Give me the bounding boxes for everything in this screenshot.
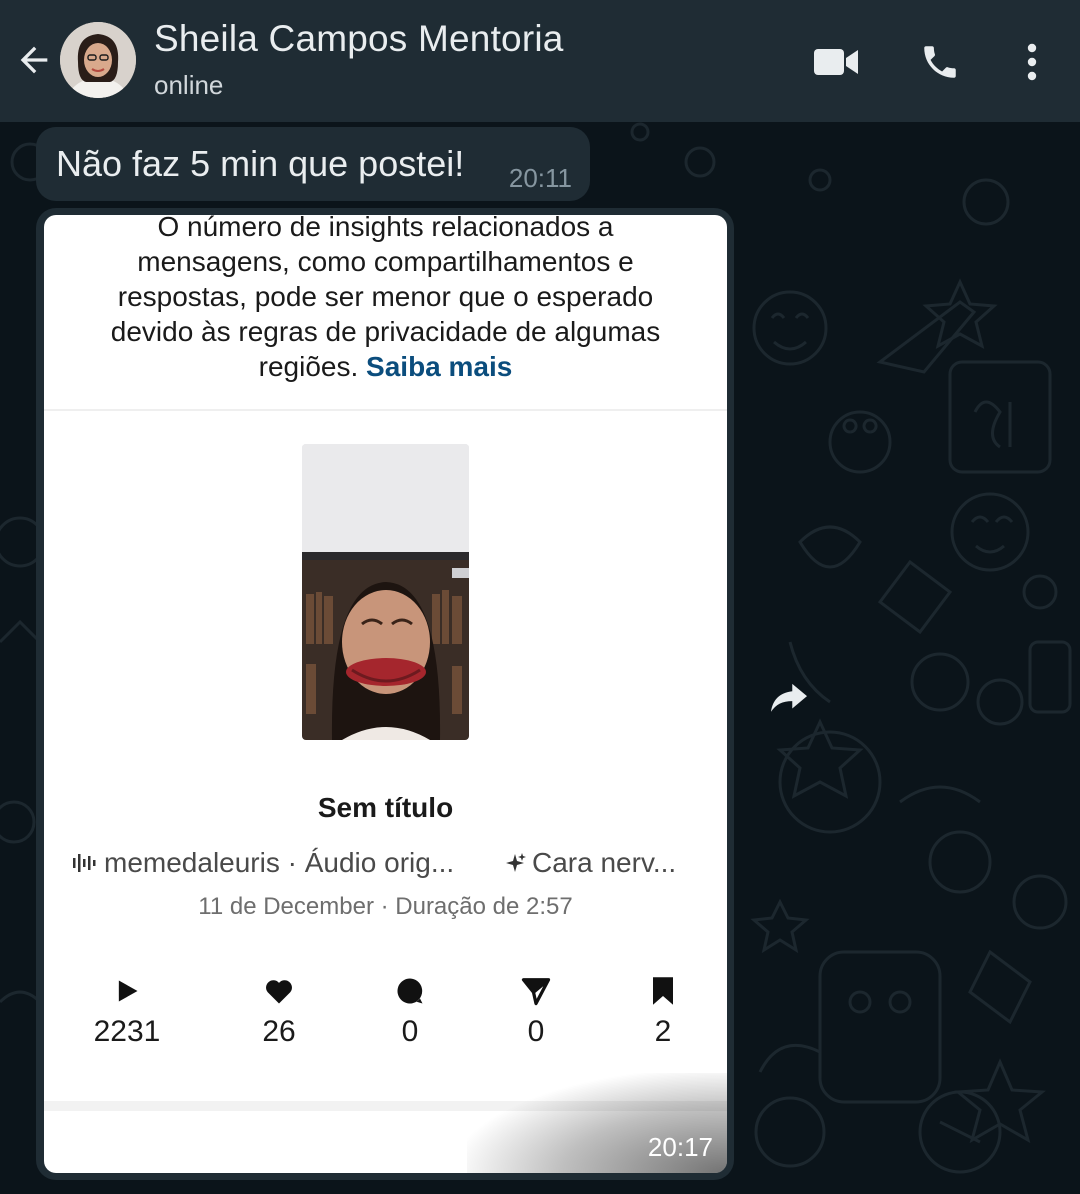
stat-shares: 0 — [481, 975, 591, 1049]
comment-icon — [397, 978, 423, 1004]
shared-screenshot-image[interactable]: O número de insights relacionados a mens… — [44, 215, 727, 1173]
incoming-text-message[interactable]: Não faz 5 min que postei! 20:11 — [36, 127, 590, 201]
audio-wave-icon — [73, 854, 96, 872]
message-time: 20:17 — [647, 1132, 713, 1162]
contact-name[interactable]: Sheila Campos Mentoria — [154, 18, 564, 60]
reel-thumbnail — [302, 444, 469, 740]
contact-status: online — [154, 70, 224, 100]
stat-comments: 0 — [355, 975, 465, 1049]
post-title: Sem título — [317, 792, 454, 823]
shares-count: 0 — [527, 1015, 545, 1048]
saves-count: 2 — [654, 1015, 672, 1048]
audio-label: memedaleuris · Áudio orig... — [104, 847, 455, 878]
contact-avatar[interactable] — [60, 22, 136, 98]
chat-header: Sheila Campos Mentoria online — [0, 0, 1080, 122]
message-text: Não faz 5 min que postei! — [56, 143, 465, 184]
comments-count: 0 — [401, 1015, 419, 1048]
voice-call-icon[interactable] — [916, 38, 964, 86]
video-call-icon[interactable] — [812, 38, 860, 86]
effect-label: Cara nerv... — [532, 847, 677, 878]
bookmark-icon — [653, 977, 673, 1005]
insights-stats: 2231 26 0 0 2 — [44, 975, 727, 1055]
stat-likes: 26 — [224, 975, 334, 1049]
learn-more-link: Saiba mais — [366, 351, 513, 382]
likes-count: 26 — [262, 1015, 296, 1048]
date-duration: 11 de December · Duração de 2:57 — [198, 893, 573, 920]
divider — [44, 409, 727, 411]
stat-plays: 2231 — [72, 975, 182, 1049]
plays-count: 2231 — [93, 1015, 161, 1048]
back-arrow-icon[interactable] — [12, 38, 56, 82]
send-icon — [521, 978, 551, 1006]
sparkle-effect-icon — [506, 853, 526, 872]
heart-icon — [266, 980, 292, 1004]
stat-saves: 2 — [608, 975, 718, 1049]
forward-icon[interactable] — [764, 672, 814, 722]
play-icon — [118, 980, 138, 1002]
insights-notice: O número de insights relacionados a mens… — [110, 215, 661, 382]
message-time: 20:11 — [508, 163, 572, 193]
audio-effect-line: memedaleuris · Áudio orig... Cara nerv..… — [72, 847, 702, 880]
more-options-icon[interactable] — [1008, 38, 1056, 86]
